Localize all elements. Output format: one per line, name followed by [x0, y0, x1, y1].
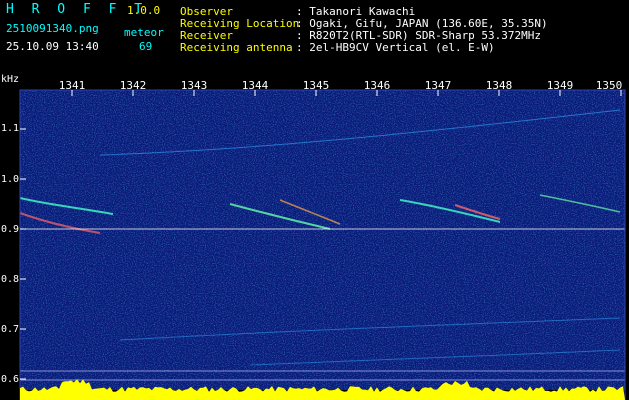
x-tick-1349: 1349 — [546, 79, 574, 92]
x-tick-1344: 1344 — [241, 79, 269, 92]
spectrogram-noise — [20, 90, 625, 390]
y-tick-1-0: 1.0 — [1, 174, 20, 185]
y-tick-0-6: 0.6 — [1, 374, 20, 385]
y-axis-unit: kHz — [1, 74, 20, 85]
x-tick-1341: 1341 — [58, 79, 86, 92]
x-tick-1350: 1350 — [595, 79, 623, 92]
y-tick-0-9: 0.9 — [1, 224, 20, 235]
y-tick-0-7: 0.7 — [1, 324, 20, 335]
x-tick-1347: 1347 — [424, 79, 452, 92]
x-tick-1343: 1343 — [180, 79, 208, 92]
spectrogram — [19, 89, 626, 400]
x-tick-1348: 1348 — [485, 79, 513, 92]
hrofft-window: H R O F F T 1.0.0 2510091340.png 25.10.0… — [0, 0, 629, 400]
x-tick-1346: 1346 — [363, 79, 391, 92]
x-tick-1345: 1345 — [302, 79, 330, 92]
y-tick-0-8: 0.8 — [1, 274, 20, 285]
x-tick-1342: 1342 — [119, 79, 147, 92]
y-tick-1-1: 1.1 — [1, 123, 20, 134]
